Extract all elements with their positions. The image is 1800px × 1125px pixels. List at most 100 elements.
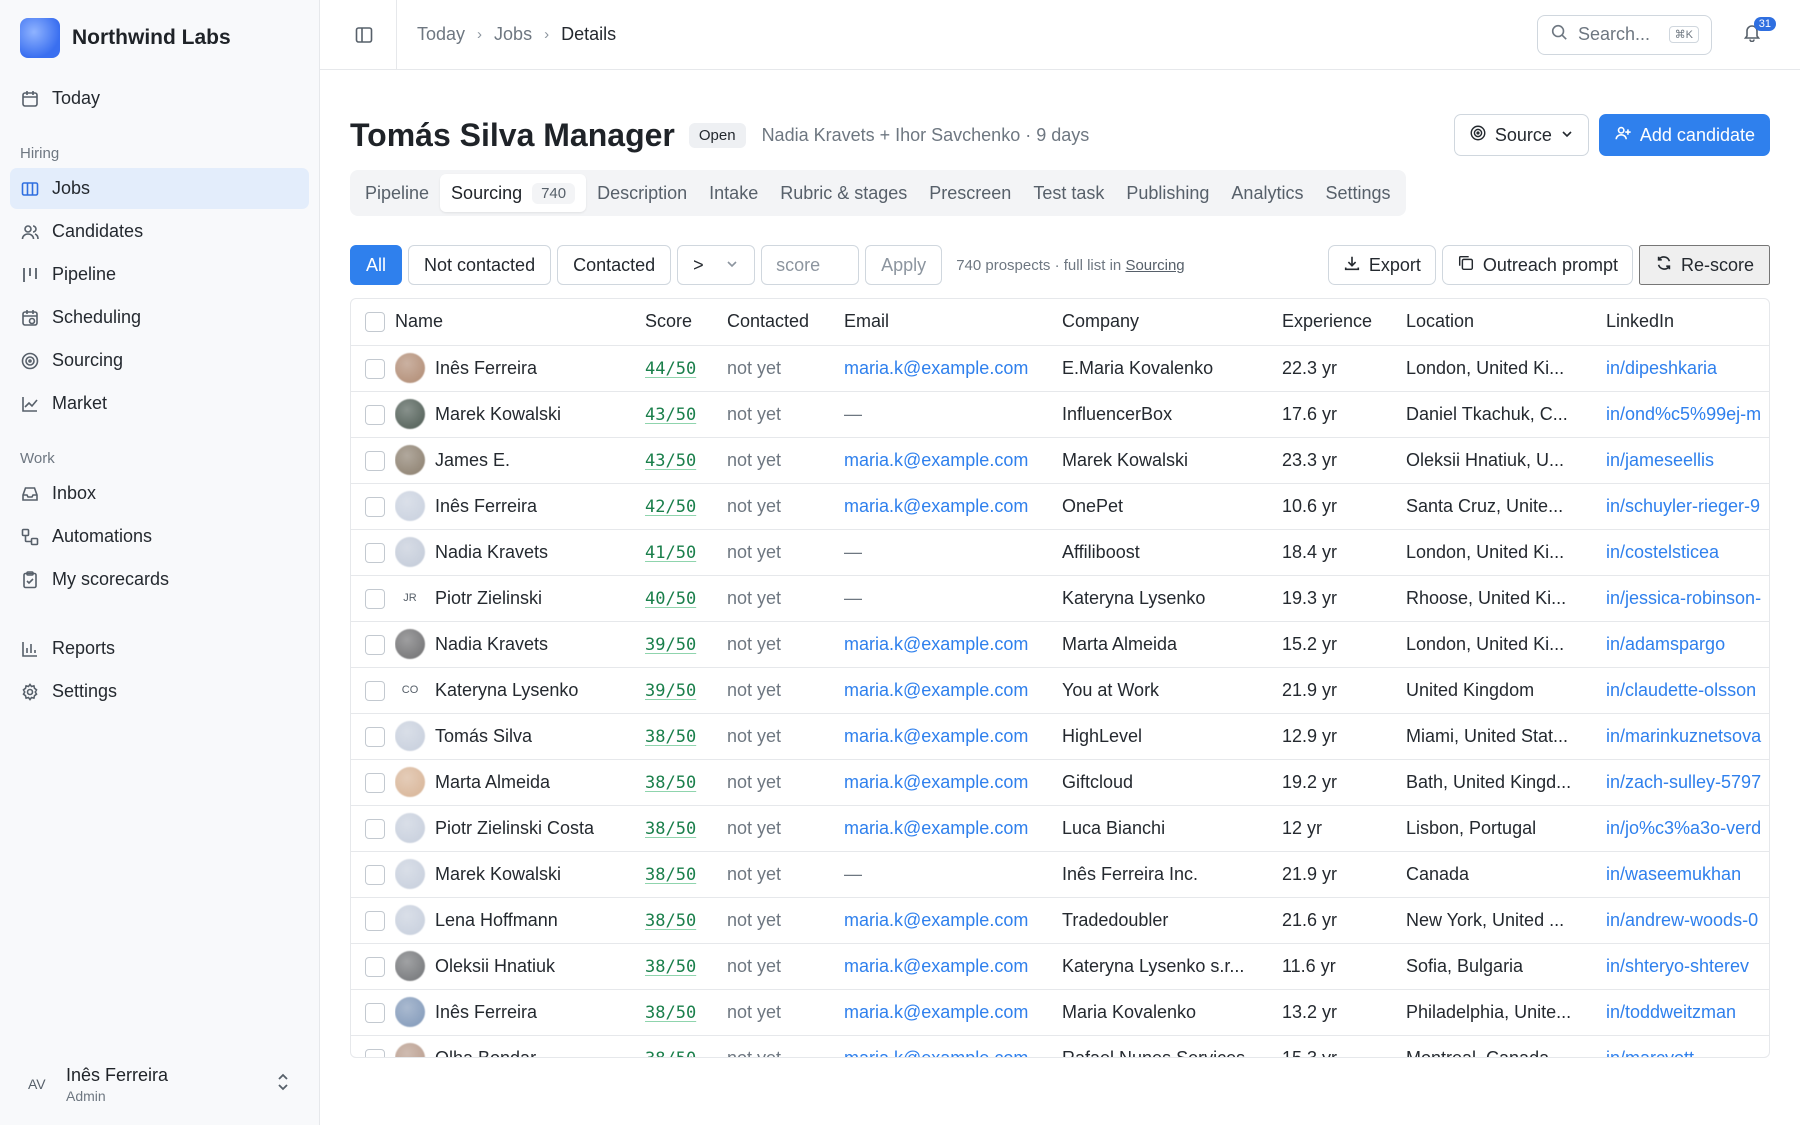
row-checkbox[interactable] [365,680,385,701]
score-link[interactable]: 39/50 [645,681,696,701]
score-input[interactable]: score [761,245,860,285]
row-checkbox[interactable] [365,1002,385,1023]
tab-test-task[interactable]: Test task [1022,174,1115,212]
source-button[interactable]: Source [1453,114,1589,156]
sidebar-item-scorecards[interactable]: My scorecards [10,559,309,600]
table-row[interactable]: Marta Almeida 38/50 not yet maria.k@example… [351,759,1769,806]
tab-sourcing[interactable]: Sourcing 740 [440,174,587,212]
table-row[interactable]: Olha Bondar 38/50 not yetmaria.k@example.c… [351,1035,1769,1058]
score-link[interactable]: 42/50 [645,497,696,517]
email-value[interactable]: maria.k@example.com [844,726,1028,746]
table-row[interactable]: Nadia Kravets 39/50 not yet maria.k@example… [351,621,1769,668]
email-value[interactable]: maria.k@example.com [844,358,1028,378]
row-checkbox[interactable] [365,1048,385,1057]
candidate-name[interactable]: James E. [435,450,510,471]
sidebar-item-pipeline[interactable]: Pipeline [10,254,309,295]
column-header-contacted[interactable]: Contacted [727,299,844,346]
table-row[interactable]: Oleksii Hnatiuk 38/50 not yet maria.k@examp… [351,943,1769,990]
score-link[interactable]: 40/50 [645,589,696,609]
candidate-name[interactable]: Marek Kowalski [435,404,561,425]
table-row[interactable]: Marek Kowalski 38/50 not yet — Inês Ferreira… [351,851,1769,898]
outreach-prompt-button[interactable]: Outreach prompt [1441,245,1633,285]
table-row[interactable]: Inês Ferreira 42/50 not yet maria.k@example… [351,483,1769,530]
sidebar-item-candidates[interactable]: Candidates [10,211,309,252]
email-value[interactable]: maria.k@example.com [844,956,1028,976]
score-link[interactable]: 43/50 [645,405,696,425]
table-row[interactable]: James E. 43/50 not yet maria.k@example.com M… [351,437,1769,484]
row-checkbox[interactable] [365,358,385,379]
tab-settings[interactable]: Settings [1314,174,1401,212]
breadcrumb-jobs[interactable]: Jobs [494,24,532,45]
linkedin-link[interactable]: in/jessica-robinson- [1606,588,1761,608]
row-checkbox[interactable] [365,864,385,885]
column-header-location[interactable]: Location [1406,299,1606,346]
tab-rubric-stages[interactable]: Rubric & stages [769,174,918,212]
table-row[interactable]: Lena Hoffmann 38/50 not yet maria.k@example… [351,897,1769,944]
notifications-button[interactable]: 31 [1732,15,1776,55]
linkedin-link[interactable]: in/adamspargo [1606,634,1725,654]
email-value[interactable]: maria.k@example.com [844,1048,1028,1058]
column-header-company[interactable]: Company [1062,299,1282,346]
linkedin-link[interactable]: in/costelsticea [1606,542,1719,562]
apply-button[interactable]: Apply [865,245,943,285]
add-candidate-button[interactable]: Add candidate [1598,114,1770,156]
export-button[interactable]: Export [1327,245,1436,285]
candidate-name[interactable]: Tomás Silva [435,726,532,747]
column-header-experience[interactable]: Experience [1282,299,1406,346]
select-all-checkbox[interactable] [365,312,385,333]
candidate-name[interactable]: Nadia Kravets [435,542,548,563]
tab-description[interactable]: Description [586,174,698,212]
score-link[interactable]: 38/50 [645,911,696,931]
sidebar-item-automations[interactable]: Automations [10,516,309,557]
candidate-name[interactable]: Inês Ferreira [435,358,537,379]
sourcing-link[interactable]: Sourcing [1125,257,1184,274]
linkedin-link[interactable]: in/zach-sulley-5797 [1606,772,1761,792]
score-link[interactable]: 44/50 [645,359,696,379]
row-checkbox[interactable] [365,404,385,425]
email-value[interactable]: maria.k@example.com [844,450,1028,470]
sidebar-item-market[interactable]: Market [10,383,309,424]
table-row[interactable]: CO Kateryna Lysenko 39/50 not yet maria.k@ex… [351,667,1769,714]
filter-all-button[interactable]: All [350,245,403,285]
sidebar-item-sourcing[interactable]: Sourcing [10,340,309,381]
score-operator-select[interactable]: > [677,245,756,285]
filter-contacted-button[interactable]: Contacted [557,245,672,285]
linkedin-link[interactable]: in/andrew-woods-0 [1606,910,1758,930]
candidate-name[interactable]: Inês Ferreira [435,1002,537,1023]
sidebar-toggle-icon[interactable] [346,17,382,53]
email-value[interactable]: maria.k@example.com [844,772,1028,792]
linkedin-link[interactable]: in/ond%c5%99ej-m [1606,404,1761,424]
row-checkbox[interactable] [365,910,385,931]
sidebar-item-settings[interactable]: Settings [10,671,309,712]
row-checkbox[interactable] [365,818,385,839]
sidebar-item-today[interactable]: Today [10,78,309,119]
linkedin-link[interactable]: in/jameseellis [1606,450,1714,470]
candidate-name[interactable]: Oleksii Hnatiuk [435,956,555,977]
candidate-name[interactable]: Piotr Zielinski [435,588,542,609]
column-header-name[interactable]: Name [395,299,645,346]
linkedin-link[interactable]: in/marcyott [1606,1048,1694,1058]
email-value[interactable]: maria.k@example.com [844,910,1028,930]
row-checkbox[interactable] [365,450,385,471]
row-checkbox[interactable] [365,956,385,977]
email-value[interactable]: maria.k@example.com [844,496,1028,516]
rescore-button[interactable]: Re-score [1638,245,1770,285]
linkedin-link[interactable]: in/marinkuznetsova [1606,726,1761,746]
column-header-email[interactable]: Email [844,299,1062,346]
filter-not-contacted-button[interactable]: Not contacted [408,245,552,285]
candidate-name[interactable]: Marek Kowalski [435,864,561,885]
score-link[interactable]: 38/50 [645,819,696,839]
column-header-linkedin[interactable]: LinkedIn [1606,299,1769,346]
score-link[interactable]: 38/50 [645,957,696,977]
row-checkbox[interactable] [365,726,385,747]
breadcrumb-today[interactable]: Today [417,24,465,45]
linkedin-link[interactable]: in/dipeshkaria [1606,358,1717,378]
candidate-name[interactable]: Nadia Kravets [435,634,548,655]
row-checkbox[interactable] [365,772,385,793]
row-checkbox[interactable] [365,542,385,563]
tab-prescreen[interactable]: Prescreen [918,174,1022,212]
email-value[interactable]: maria.k@example.com [844,680,1028,700]
table-row[interactable]: Marek Kowalski 43/50 not yet — InfluencerBox… [351,391,1769,438]
sidebar-item-inbox[interactable]: Inbox [10,473,309,514]
row-checkbox[interactable] [365,496,385,517]
